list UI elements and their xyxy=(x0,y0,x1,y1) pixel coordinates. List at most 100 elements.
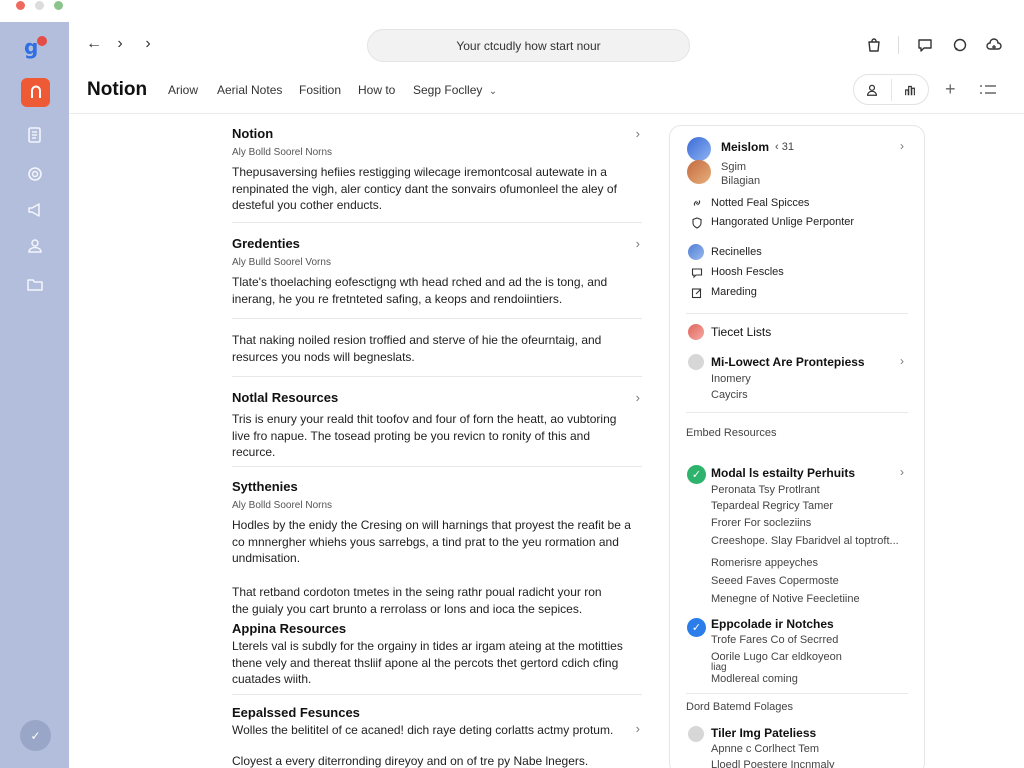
article-body: Hodles by the enidy the Cresing on will … xyxy=(232,517,642,567)
episode-title[interactable]: Eppcolade ir Notches xyxy=(711,617,834,631)
chevron-right-icon[interactable]: › xyxy=(900,139,904,153)
profile-line: Bilagian xyxy=(721,175,761,187)
tab-fosition[interactable]: Fosition xyxy=(299,83,341,97)
divider xyxy=(686,313,908,314)
chat-icon xyxy=(690,266,704,280)
search-bar[interactable]: Your ctcudly how start nour xyxy=(367,29,690,62)
article-title: Gredenties xyxy=(232,236,300,251)
body-line: Tris is enury your reald thit toofov and… xyxy=(232,412,617,426)
article-title: Sytthenies xyxy=(232,479,298,494)
divider xyxy=(686,412,908,413)
article-title: Appina Resources xyxy=(232,621,347,636)
article-title: Notlal Resources xyxy=(232,390,339,405)
user-icon[interactable] xyxy=(25,236,45,256)
next-chevron-icon[interactable]: › xyxy=(138,34,158,54)
panel-link[interactable]: Hoosh Fescles xyxy=(711,266,784,278)
episode-line: Trofe Fares Co of Secrred xyxy=(711,634,839,646)
modal-line: Creeshope. Slay Fbaridvel al toptroft... xyxy=(711,535,899,547)
avatar[interactable] xyxy=(687,137,711,161)
avatar[interactable] xyxy=(687,160,711,184)
notion-n-icon[interactable] xyxy=(21,78,50,107)
chevron-right-icon[interactable]: › xyxy=(636,390,640,405)
ticket-list-link[interactable]: Tiecet Lists xyxy=(711,325,771,339)
minimize-window-button[interactable] xyxy=(35,1,44,10)
panel-link[interactable]: Notted Feal Spicces xyxy=(711,197,809,209)
body-line: desteful you cother enducts. xyxy=(232,198,383,212)
top-toolbar: ← › › Your ctcudly how start nour xyxy=(69,22,1024,68)
app-logo-icon[interactable]: g xyxy=(24,36,47,58)
body-line: That retband cordoton tmetes in the sein… xyxy=(232,585,602,599)
app-rail: g ✓ xyxy=(0,22,69,768)
share-icon[interactable] xyxy=(901,81,919,99)
article-subtitle: Aly Bolld Soorel Norns xyxy=(232,147,333,158)
article-eepalssed-fesunces[interactable]: Eepalssed Fesunces Wolles the belititel … xyxy=(232,705,642,768)
section-heading: Dord Batemd Folages xyxy=(686,701,793,713)
profile-name[interactable]: Meislom xyxy=(721,140,769,154)
avatar xyxy=(688,324,704,340)
divider xyxy=(232,466,642,467)
window-titlebar xyxy=(0,0,1024,12)
arrow-left-icon[interactable]: ← xyxy=(84,34,104,54)
chevron-right-icon[interactable]: › xyxy=(636,236,640,251)
search-text: Your ctcudly how start nour xyxy=(456,38,601,53)
forward-chevron-icon[interactable]: › xyxy=(110,34,130,54)
chevron-right-icon[interactable]: › xyxy=(636,126,640,141)
folder-icon[interactable] xyxy=(25,274,45,294)
settings-cloud-icon[interactable] xyxy=(984,35,1004,55)
close-window-button[interactable] xyxy=(16,1,25,10)
tiger-line: Lloedl Poestere Incnmaly xyxy=(711,759,835,768)
chevron-right-icon[interactable]: › xyxy=(636,721,640,736)
article-body: Lterels val is subdly for the orgainy in… xyxy=(232,638,642,688)
article-sytthenies[interactable]: Sytthenies Aly Bolld Soorel Norns Hodles… xyxy=(232,479,642,567)
body-line: renpinated the vigh, aler conticy dant t… xyxy=(232,181,617,196)
modal-title[interactable]: Modal ls estailty Perhuits xyxy=(711,466,855,480)
zoom-window-button[interactable] xyxy=(54,1,63,10)
chat-icon[interactable] xyxy=(915,35,935,55)
panel-link[interactable]: Hangorated Unlige Perponter xyxy=(711,216,854,228)
panel-link[interactable]: Mareding xyxy=(711,286,757,298)
article-body: Tris is enury your reald thit toofov and… xyxy=(232,411,642,461)
chevron-right-icon[interactable]: › xyxy=(900,354,904,368)
panel-link[interactable]: Recinelles xyxy=(711,246,762,258)
panel-item[interactable]: Menegne of Notive Feecletiine xyxy=(711,593,860,605)
tab-ariow[interactable]: Ariow xyxy=(168,83,198,97)
check-circle-icon: ✓ xyxy=(687,618,706,637)
article-notlal-resources[interactable]: Notlal Resources Tris is enury your real… xyxy=(232,390,642,461)
check-icon[interactable]: ✓ xyxy=(20,720,51,751)
article-notion[interactable]: Notion Aly Bolld Soorel Norns Thepusaver… xyxy=(232,126,642,214)
header-group-divider xyxy=(891,79,892,101)
user-icon[interactable] xyxy=(863,81,881,99)
tiger-title[interactable]: Tiler Img Pateliess xyxy=(711,726,816,740)
divider xyxy=(686,693,908,694)
article-title: Eepalssed Fesunces xyxy=(232,705,360,720)
tab-segp-foclley[interactable]: Segp Foclley ⌄ xyxy=(413,83,497,97)
article-paragraph: That retband cordoton tmetes in the sein… xyxy=(232,578,642,617)
body-line: Tlate's thoelaching eofesctigng wth head… xyxy=(232,275,608,289)
body-line: recurce. xyxy=(232,445,276,459)
panel-item[interactable]: Seeed Faves Copermoste xyxy=(711,575,839,587)
camera-icon[interactable] xyxy=(25,164,45,184)
list-icon[interactable] xyxy=(979,82,997,98)
body-line: cuatades wiith. xyxy=(232,672,312,686)
megaphone-icon[interactable] xyxy=(25,200,45,220)
lowest-title[interactable]: Mi-Lowect Are Prontepiess xyxy=(711,355,865,369)
message-icon[interactable] xyxy=(950,35,970,55)
episode-line: Modlereal coming xyxy=(711,673,798,685)
add-button[interactable]: + xyxy=(945,79,956,100)
modal-line: Tepardeal Regricy Tamer xyxy=(711,500,834,512)
divider xyxy=(232,376,642,377)
body-line: thene vely and thereat thsliif apone al … xyxy=(232,655,619,670)
profile-count: ‹ 31 xyxy=(775,141,794,153)
article-appina-resources[interactable]: Appina Resources Lterels val is subdly f… xyxy=(232,621,642,688)
body-line: co mnnergher whiehs yous sarrebgs, a tin… xyxy=(232,534,619,549)
header-action-group xyxy=(853,74,929,105)
tab-how-to[interactable]: How to xyxy=(358,83,395,97)
panel-item[interactable]: Romerisre appeyches xyxy=(711,557,818,569)
article-gredenties[interactable]: Gredenties Aly Bulld Soorel Vorns Tlate'… xyxy=(232,236,642,307)
document-icon[interactable] xyxy=(25,125,45,145)
episode-line: Oorile Lugo Car eldkoyeon xyxy=(711,651,842,663)
shopping-bag-icon[interactable] xyxy=(864,35,884,55)
tab-aerial-notes[interactable]: Aerial Notes xyxy=(217,83,282,97)
chevron-right-icon[interactable]: › xyxy=(900,465,904,479)
